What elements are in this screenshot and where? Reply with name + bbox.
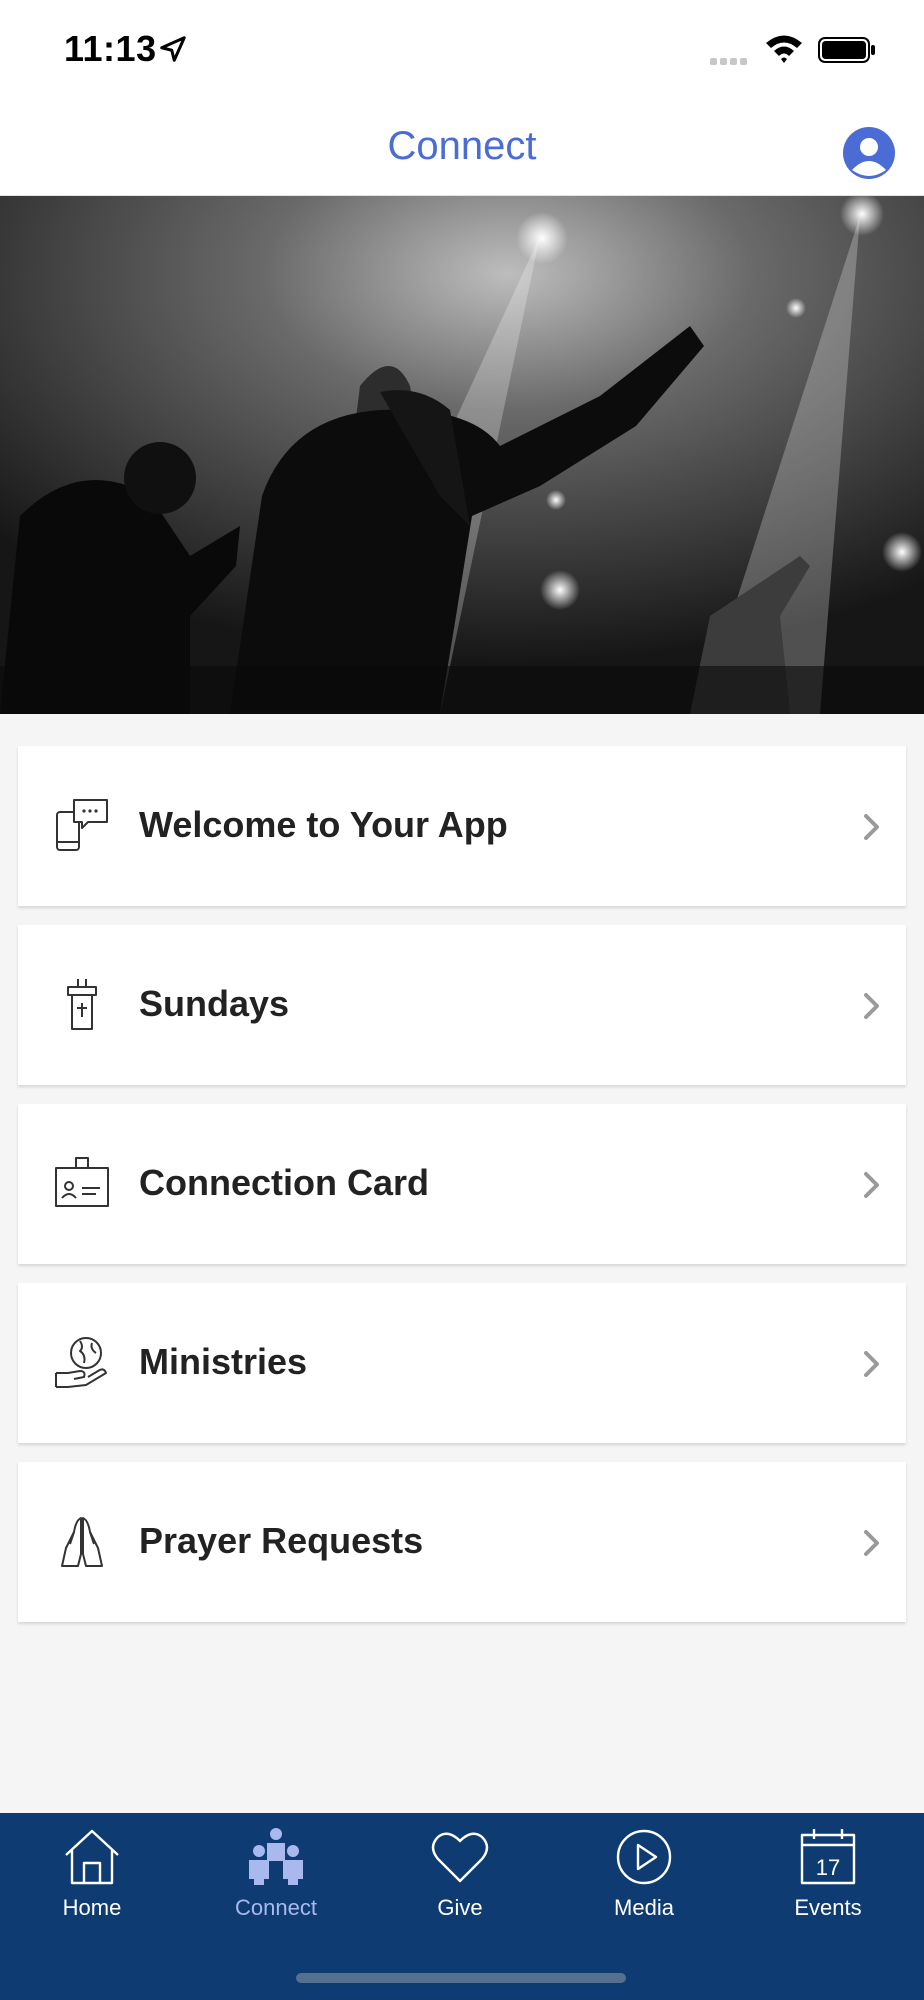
location-arrow-icon — [160, 36, 186, 62]
menu-item-label: Ministries — [139, 1341, 308, 1382]
menu-item-label: Connection Card — [139, 1162, 430, 1203]
signal-icon — [710, 52, 750, 70]
chevron-right-icon — [864, 993, 879, 1019]
tab-give[interactable]: Give — [368, 1813, 552, 1943]
menu-item-label: Prayer Requests — [139, 1520, 424, 1561]
menu-item-sundays[interactable]: Sundays — [18, 925, 906, 1085]
menu-item-label: Sundays — [139, 983, 290, 1024]
page-title: Connect — [387, 124, 537, 168]
menu-item-label: Welcome to Your App — [139, 804, 508, 845]
nav-bar: Connect — [0, 100, 924, 196]
menu-item-prayer-requests[interactable]: Prayer Requests — [18, 1462, 906, 1622]
home-indicator — [296, 1973, 626, 1983]
chevron-right-icon — [864, 1530, 879, 1556]
calendar-icon: 17 — [800, 1829, 856, 1885]
menu-item-welcome[interactable]: Welcome to Your App — [18, 746, 906, 906]
chevron-right-icon — [864, 1351, 879, 1377]
tab-events[interactable]: 17 Events — [736, 1813, 920, 1943]
tab-label: Home — [62, 1895, 122, 1920]
id-card-icon — [55, 1157, 109, 1207]
tab-label: Give — [437, 1895, 483, 1920]
chevron-right-icon — [864, 814, 879, 840]
people-icon — [249, 1828, 303, 1885]
heart-icon — [431, 1832, 489, 1883]
tab-home[interactable]: Home — [0, 1813, 184, 1943]
phone-chat-icon — [56, 799, 108, 851]
battery-icon — [818, 37, 875, 63]
tab-connect[interactable]: Connect — [184, 1813, 368, 1943]
tab-label: Events — [794, 1895, 862, 1920]
menu-item-connection-card[interactable]: Connection Card — [18, 1104, 906, 1264]
tab-media[interactable]: Media — [552, 1813, 736, 1943]
calendar-day: 17 — [816, 1855, 840, 1880]
hero-image — [0, 196, 924, 714]
home-icon — [65, 1829, 119, 1885]
tab-label: Connect — [235, 1895, 317, 1920]
menu-item-ministries[interactable]: Ministries — [18, 1283, 906, 1443]
status-bar: 11:13 — [0, 0, 924, 100]
wifi-icon — [766, 35, 802, 63]
profile-button[interactable] — [842, 126, 896, 180]
play-circle-icon — [616, 1829, 672, 1885]
praying-hands-icon — [61, 1517, 103, 1567]
pulpit-icon — [67, 979, 97, 1030]
tab-label: Media — [614, 1895, 674, 1920]
chevron-right-icon — [864, 1172, 879, 1198]
tab-bar: Home Connect Give Media 17 Events — [0, 1813, 924, 2000]
globe-hand-icon — [55, 1337, 107, 1388]
menu-list: Welcome to Your App Sundays Connection C… — [18, 746, 906, 1641]
status-time: 11:13 — [64, 28, 157, 69]
